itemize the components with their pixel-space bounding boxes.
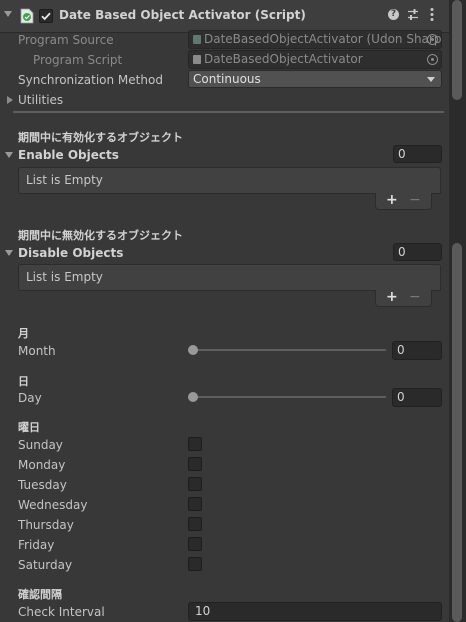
wednesday-checkbox[interactable]: [188, 497, 202, 511]
month-label: Month: [18, 344, 56, 358]
component-enabled-checkbox[interactable]: [39, 9, 53, 23]
disable-objects-label[interactable]: Disable Objects: [18, 246, 123, 260]
friday-label: Friday: [18, 538, 55, 552]
thursday-checkbox[interactable]: [188, 517, 202, 531]
object-picker-icon[interactable]: [427, 54, 438, 65]
help-icon[interactable]: ?: [388, 9, 399, 20]
disable-objects-list: List is Empty: [18, 264, 441, 291]
program-source-field[interactable]: DateBasedObjectActivator (Udon Sharp: [188, 30, 442, 49]
sync-method-label: Synchronization Method: [18, 73, 163, 87]
program-script-label: Program Script: [33, 53, 123, 67]
day-label: Day: [18, 391, 42, 405]
thursday-label: Thursday: [18, 518, 74, 532]
program-source-value: DateBasedObjectActivator (Udon Sharp: [204, 32, 442, 46]
scrollbar-thumb[interactable]: [452, 0, 462, 100]
monday-label: Monday: [18, 458, 66, 472]
utilities-label[interactable]: Utilities: [18, 93, 63, 107]
more-icon[interactable]: [430, 7, 434, 22]
enable-section-header: 期間中に有効化するオブジェクト: [18, 131, 183, 144]
script-asset-icon: [193, 55, 201, 64]
enable-list-empty-text: List is Empty: [26, 173, 103, 187]
disable-section-header: 期間中に無効化するオブジェクト: [18, 229, 183, 242]
enable-list-buttons: + −: [375, 192, 432, 210]
interval-section-header: 確認間隔: [18, 588, 62, 601]
disable-remove-button[interactable]: −: [409, 289, 421, 305]
program-source-label: Program Source: [18, 33, 114, 47]
udon-asset-icon: [193, 35, 201, 44]
sunday-label: Sunday: [18, 438, 63, 452]
sync-method-value: Continuous: [193, 72, 261, 86]
utilities-foldout-arrow[interactable]: [7, 96, 13, 104]
script-component-icon: [20, 8, 34, 24]
disable-list-buttons: + −: [375, 289, 432, 307]
scrollbar-thumb-lower[interactable]: [452, 243, 462, 622]
tuesday-checkbox[interactable]: [188, 477, 202, 491]
component-foldout-arrow[interactable]: [4, 11, 12, 17]
wednesday-label: Wednesday: [18, 498, 88, 512]
month-value-field[interactable]: 0: [392, 341, 442, 360]
presets-icon[interactable]: [407, 8, 419, 21]
month-section-header: 月: [18, 327, 29, 340]
month-slider-handle[interactable]: [188, 345, 198, 355]
weekday-section-header: 曜日: [18, 421, 40, 434]
disable-list-empty-text: List is Empty: [26, 270, 103, 284]
month-slider-track[interactable]: [192, 349, 386, 351]
disable-objects-size[interactable]: 0: [393, 243, 442, 261]
monday-checkbox[interactable]: [188, 457, 202, 471]
enable-objects-size[interactable]: 0: [393, 145, 442, 163]
enable-objects-list: List is Empty: [18, 167, 441, 194]
day-slider-handle[interactable]: [188, 392, 198, 402]
enable-foldout-arrow[interactable]: [5, 152, 13, 158]
day-value-field[interactable]: 0: [392, 388, 442, 407]
saturday-label: Saturday: [18, 558, 73, 572]
day-slider-track[interactable]: [192, 396, 386, 398]
component-title: Date Based Object Activator (Script): [59, 8, 306, 22]
section-divider: [13, 111, 444, 113]
tuesday-label: Tuesday: [18, 478, 67, 492]
disable-add-button[interactable]: +: [386, 289, 398, 305]
enable-objects-label[interactable]: Enable Objects: [18, 148, 119, 162]
friday-checkbox[interactable]: [188, 537, 202, 551]
check-interval-field[interactable]: 10: [188, 602, 442, 621]
enable-add-button[interactable]: +: [386, 192, 398, 208]
program-script-field[interactable]: DateBasedObjectActivator: [188, 50, 442, 69]
day-section-header: 日: [18, 375, 29, 388]
saturday-checkbox[interactable]: [188, 557, 202, 571]
sunday-checkbox[interactable]: [188, 437, 202, 451]
check-interval-label: Check Interval: [18, 605, 105, 619]
dropdown-arrow-icon: [427, 77, 435, 82]
program-script-value: DateBasedObjectActivator: [204, 52, 363, 66]
enable-remove-button[interactable]: −: [409, 192, 421, 208]
object-picker-icon[interactable]: [427, 34, 438, 45]
sync-method-dropdown[interactable]: Continuous: [188, 70, 442, 88]
disable-foldout-arrow[interactable]: [5, 250, 13, 256]
